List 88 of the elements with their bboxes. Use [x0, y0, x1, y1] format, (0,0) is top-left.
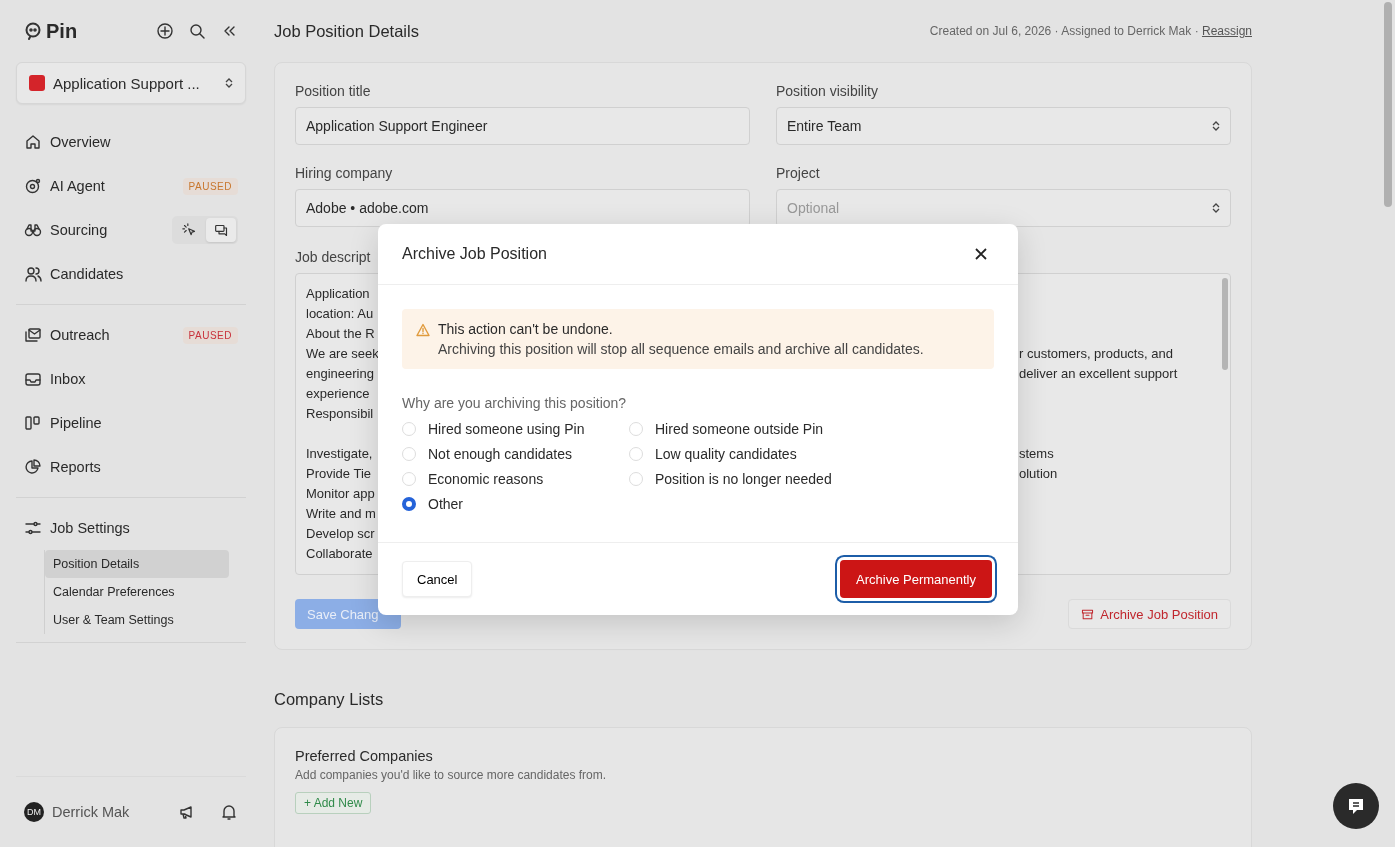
text-line: Application: [306, 286, 370, 301]
view-toggle-button[interactable]: [206, 218, 236, 242]
text-line: We are seek: [306, 346, 379, 361]
inbox-icon: [24, 370, 42, 388]
archive-box-icon: [1081, 607, 1095, 621]
text-line: Provide Tie: [306, 466, 372, 481]
archive-button[interactable]: Archive Job Position: [1068, 599, 1231, 629]
field-label: Project: [776, 165, 820, 181]
radio-option[interactable]: Other: [402, 496, 629, 512]
cursor-icon: [181, 222, 197, 238]
select-field[interactable]: Entire Team: [776, 107, 1231, 145]
mail-icon: [24, 326, 42, 344]
section-title: Company Lists: [274, 690, 385, 709]
chat-icon: [213, 222, 229, 238]
text-line: Investigate,: [306, 446, 373, 461]
status-badge: PAUSED: [182, 177, 238, 195]
warning-icon: [416, 323, 430, 337]
warning-text: Archiving this position will stop all sequence emails and archive all candidates.: [438, 341, 924, 357]
dialog-title: Archive Job Position: [402, 245, 547, 263]
sub-nav-item[interactable]: User & Team Settings: [45, 606, 229, 634]
nav-item[interactable]: Pipeline: [16, 401, 246, 445]
radio-option[interactable]: Hired someone using Pin: [402, 421, 629, 437]
text-line: Responsibil: [306, 406, 374, 421]
bell-icon[interactable]: [220, 803, 238, 821]
text-line: deliver an excellent support: [1019, 366, 1178, 381]
sliders-icon: [24, 519, 42, 537]
sub-nav-item[interactable]: Calendar Preferences: [45, 578, 229, 606]
card-subtitle: Add companies you'd like to source more candidates from.: [295, 768, 608, 782]
add-icon[interactable]: [156, 22, 174, 40]
sub-nav-item[interactable]: Position Details: [45, 550, 229, 578]
logo-icon: [24, 22, 42, 40]
text-line: Write and m: [306, 506, 376, 521]
nav-item[interactable]: Sourcing: [16, 208, 246, 252]
close-icon: [975, 248, 987, 260]
radio-option[interactable]: Not enough candidates: [402, 446, 629, 462]
radio-option[interactable]: Low quality candidates: [629, 446, 994, 462]
add-new-button[interactable]: + Add New: [295, 792, 372, 814]
reassign-link[interactable]: Reassign: [1201, 24, 1252, 38]
radio-option[interactable]: Hired someone outside Pin: [629, 421, 994, 437]
field-label: Job descript: [295, 249, 371, 265]
pie-icon: [24, 458, 42, 476]
agent-icon: [24, 177, 42, 195]
scrollbar-thumb[interactable]: [1384, 2, 1392, 207]
text-line: stems: [1019, 446, 1054, 461]
chat-button[interactable]: [1333, 783, 1379, 829]
text-line: Develop scr: [306, 526, 375, 541]
text-line: engineering: [306, 366, 374, 381]
nav-item[interactable]: Overview: [16, 120, 246, 164]
radio-option[interactable]: Economic reasons: [402, 471, 629, 487]
nav-item[interactable]: Candidates: [16, 252, 246, 296]
radio-button[interactable]: [402, 497, 416, 511]
binoculars-icon: [24, 221, 42, 239]
select-field[interactable]: Adobe • adobe.com: [295, 189, 750, 227]
text-line: experience: [306, 386, 370, 401]
input-field[interactable]: Application Support Engineer: [295, 107, 750, 145]
text-line: location: Au: [306, 306, 374, 321]
text-line: Monitor app: [306, 486, 375, 501]
text-line: About the R: [306, 326, 375, 341]
field-label: Position title: [295, 83, 371, 99]
search-icon[interactable]: [188, 22, 206, 40]
card-title: Preferred Companies: [295, 748, 434, 764]
page-meta: Created on Jul 6, 2026 · Assigned to Derrick Mak ·: [929, 24, 1200, 38]
nav-item[interactable]: AI Agent PAUSED: [16, 164, 246, 208]
chevron-icon: [1212, 203, 1220, 213]
radio-option[interactable]: Position is no longer needed: [629, 471, 994, 487]
page-title: Job Position Details: [274, 21, 420, 41]
cancel-button[interactable]: Cancel: [402, 561, 473, 597]
chevron-icon: [225, 78, 233, 88]
columns-icon: [24, 414, 42, 432]
nav-item[interactable]: Outreach PAUSED: [16, 313, 246, 357]
field-label: Position visibility: [776, 83, 878, 99]
chevron-icon: [1212, 121, 1220, 131]
text-line: olution: [1019, 466, 1058, 481]
text-line: r customers, products, and: [1019, 346, 1173, 361]
job-selector[interactable]: Application Support ...: [16, 62, 246, 104]
field-label: Hiring company: [295, 165, 393, 181]
text-line: Collaborate: [306, 546, 373, 561]
nav-item[interactable]: Reports: [16, 445, 246, 489]
user-name: Derrick Mak: [52, 804, 131, 820]
brand-name: Pin: [46, 19, 78, 43]
user-avatar[interactable]: DM: [24, 802, 44, 822]
home-icon: [24, 133, 42, 151]
nav-item[interactable]: Inbox: [16, 357, 246, 401]
status-badge: PAUSED: [182, 326, 238, 344]
warning-title: This action can't be undone.: [438, 321, 614, 337]
nav-item[interactable]: Job Settings: [16, 506, 246, 550]
users-icon: [24, 265, 42, 283]
question-label: Why are you archiving this position?: [402, 395, 628, 411]
